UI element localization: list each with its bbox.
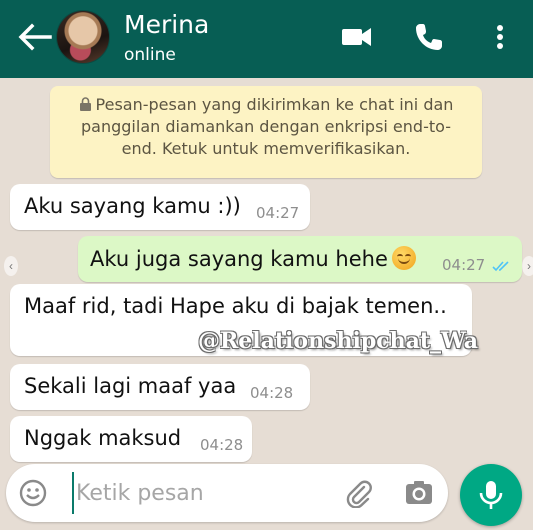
contact-name[interactable]: Merina [124, 10, 209, 39]
message-text: Aku juga sayang kamu hehe [90, 246, 416, 271]
message-text: Sekali lagi maaf yaa [24, 374, 237, 398]
encryption-notice-line1: Pesan-pesan yang dikirimkan ke chat ini … [60, 94, 472, 116]
message-text: Maaf rid, tadi Hape aku di bajak temen.. [24, 294, 447, 318]
mic-icon [479, 481, 503, 509]
message-time: 04:28 [250, 384, 294, 402]
notice-text-1: Pesan-pesan yang dikirimkan ke chat ini … [95, 95, 454, 114]
chat-header: Merina online [0, 0, 533, 78]
notice-text-3: end. Ketuk untuk memverifikasikan. [121, 139, 411, 158]
mic-button[interactable] [460, 464, 522, 526]
message-time: 04:27 [256, 204, 300, 222]
message-text-content: Aku juga sayang kamu hehe [90, 247, 388, 271]
message-text: Aku sayang kamu :)) [24, 194, 241, 218]
attach-icon[interactable] [344, 478, 374, 508]
message-time: 04:27 [442, 256, 486, 274]
message-bubble[interactable]: Sekali lagi maaf yaa 04:28 [10, 364, 310, 410]
voice-call-icon[interactable] [412, 20, 446, 54]
notice-text-2: panggilan diamankan dengan enkripsi end-… [81, 117, 451, 136]
message-input[interactable] [72, 472, 332, 514]
chevron-left-icon: ‹ [4, 256, 18, 276]
double-check-icon [492, 261, 509, 272]
message-bubble[interactable]: Nggak maksud 04:28 [10, 416, 252, 462]
more-menu-icon[interactable] [488, 20, 512, 54]
camera-icon[interactable] [404, 478, 434, 508]
avatar[interactable] [56, 10, 110, 64]
contact-status: online [124, 45, 176, 65]
message-bubble[interactable]: Aku juga sayang kamu hehe 04:27 [78, 236, 522, 282]
message-bubble[interactable]: Aku sayang kamu :)) 04:27 [10, 184, 310, 230]
lock-icon [79, 97, 91, 111]
message-composer [6, 464, 448, 522]
smiling-face-emoji-icon [391, 246, 416, 270]
encryption-notice[interactable]: Pesan-pesan yang dikirimkan ke chat ini … [50, 86, 482, 178]
back-arrow-icon[interactable] [14, 20, 54, 54]
chevron-right-icon: › [522, 256, 533, 276]
emoji-icon[interactable] [18, 478, 48, 508]
watermark: @Relationshipchat_Wa [198, 328, 479, 354]
chat-area: Pesan-pesan yang dikirimkan ke chat ini … [0, 78, 533, 530]
video-call-icon[interactable] [340, 20, 374, 54]
message-text: Nggak maksud [24, 426, 182, 450]
message-time: 04:28 [200, 436, 244, 454]
